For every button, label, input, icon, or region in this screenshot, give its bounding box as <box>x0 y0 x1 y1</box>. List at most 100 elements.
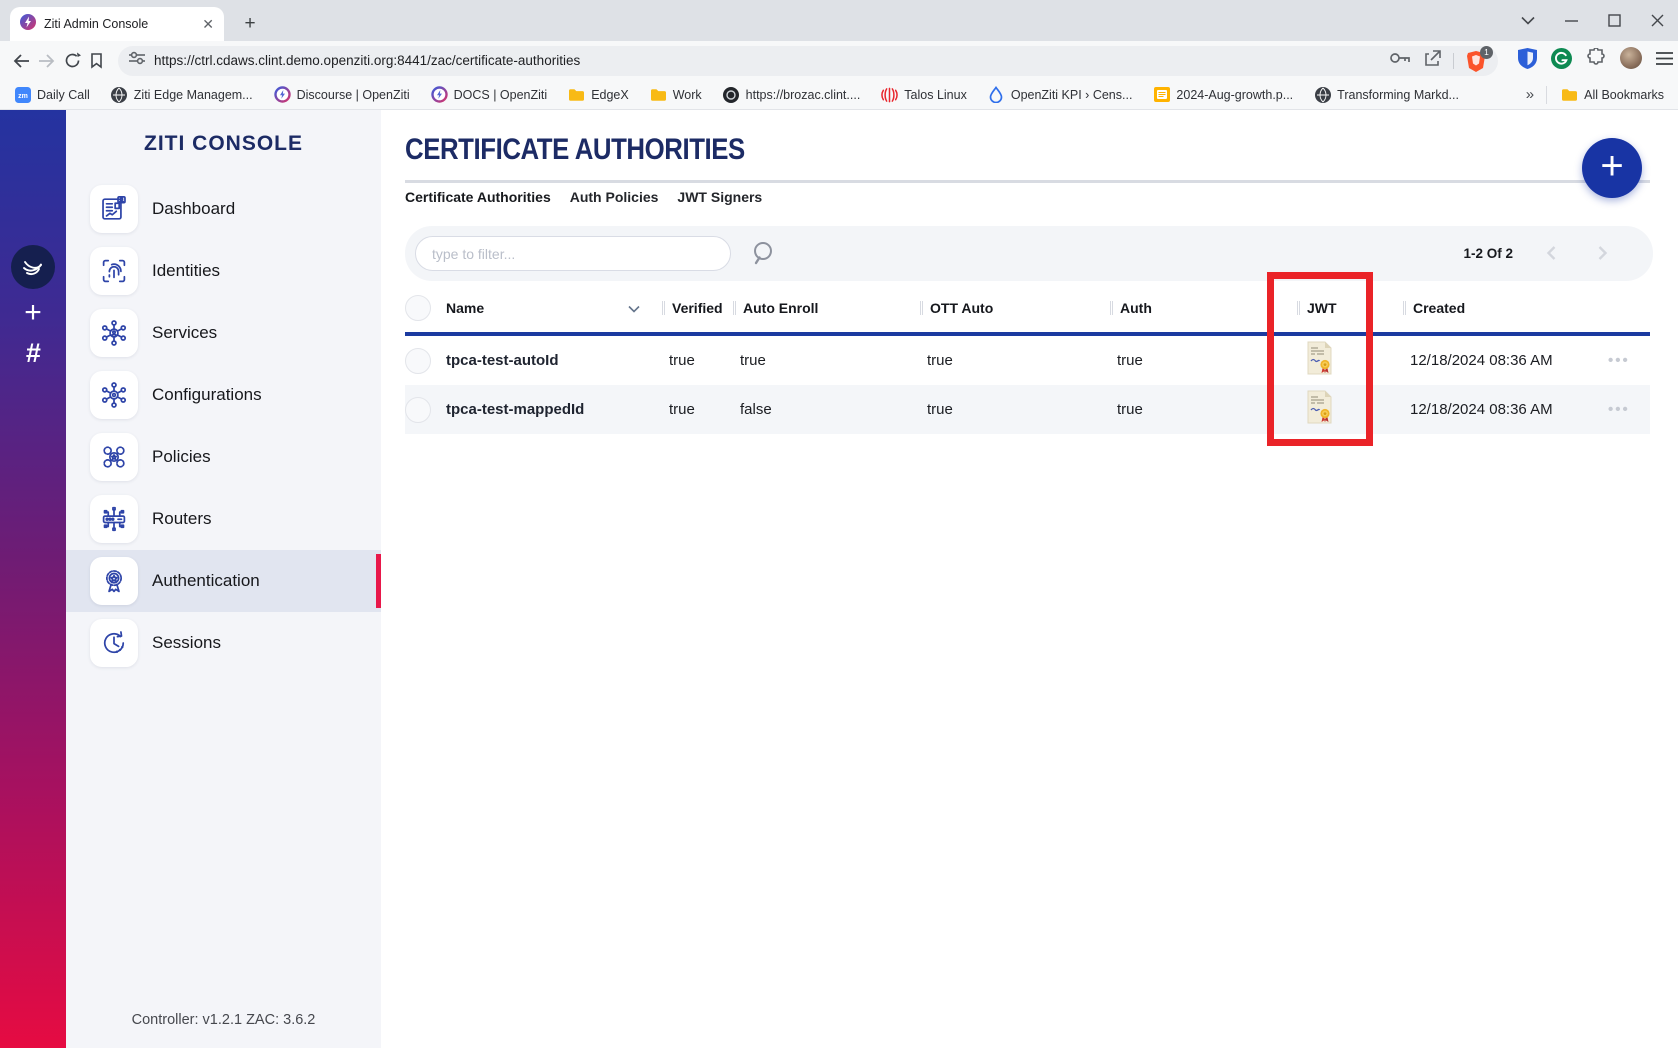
cell-auto-enroll: false <box>733 401 920 418</box>
column-label: OTT Auto <box>930 300 993 316</box>
cell-verified: true <box>662 352 733 369</box>
row-checkbox[interactable] <box>405 348 431 374</box>
back-icon[interactable] <box>12 48 30 74</box>
pagination-next-icon[interactable] <box>1593 244 1611 267</box>
filter-bar: 1-2 Of 2 <box>405 226 1653 281</box>
sort-chevron-icon[interactable] <box>628 300 640 316</box>
identities-icon <box>90 247 138 295</box>
bookmarks-list: zmDaily Call Ziti Edge Managem... Discours… <box>14 86 1459 103</box>
password-key-icon[interactable] <box>1389 51 1411 70</box>
bookmark-openziti-kpi-cens[interactable]: OpenZiti KPI › Cens... <box>988 86 1133 103</box>
sidebar-item-services[interactable]: Services <box>66 302 381 364</box>
dashboard-icon <box>90 185 138 233</box>
maximize-icon[interactable] <box>1608 14 1621 27</box>
column-header-name[interactable]: Name <box>446 300 662 316</box>
cell-auth: true <box>1110 352 1297 369</box>
sidebar-item-label: Services <box>152 323 217 343</box>
folder-icon <box>650 86 667 103</box>
url-bar[interactable]: https://ctrl.cdaws.clint.demo.openziti.o… <box>118 46 1498 76</box>
tab-certificate-authorities[interactable]: Certificate Authorities <box>405 186 551 205</box>
row-menu-icon[interactable]: ••• <box>1583 352 1650 369</box>
select-all-checkbox[interactable] <box>405 295 431 321</box>
share-icon[interactable] <box>1423 50 1441 72</box>
bookmark-work[interactable]: Work <box>650 86 702 103</box>
bookmark-label: Daily Call <box>37 88 90 102</box>
certificate-icon[interactable] <box>1297 340 1403 381</box>
column-header-created[interactable]: Created <box>1403 300 1583 316</box>
add-certificate-authority-button[interactable]: + <box>1582 138 1642 198</box>
table-row-tpca-test-autoid[interactable]: tpca-test-autoIdtruetruetruetrue12/18/20… <box>405 336 1650 385</box>
extensions-puzzle-icon[interactable] <box>1586 48 1606 73</box>
sidebar-item-sessions[interactable]: Sessions <box>66 612 381 674</box>
filter-input[interactable] <box>432 246 714 262</box>
column-label: Auth <box>1120 300 1152 316</box>
cell-ott-auto: true <box>920 401 1110 418</box>
tab-jwt-signers[interactable]: JWT Signers <box>677 186 762 205</box>
forward-icon[interactable] <box>38 48 56 74</box>
configurations-icon <box>90 371 138 419</box>
routers-icon <box>90 495 138 543</box>
sidebar-item-authentication[interactable]: Authentication <box>66 550 381 612</box>
rail-add-icon[interactable]: + <box>0 296 66 330</box>
tab-search-icon[interactable] <box>1521 16 1535 25</box>
app-sidebar: ZITI CONSOLE DashboardIdentitiesServices… <box>66 110 381 1048</box>
sidebar-item-dashboard[interactable]: Dashboard <box>66 178 381 240</box>
grammarly-extension-icon[interactable] <box>1551 48 1572 74</box>
bookmark-docs-openziti[interactable]: DOCS | OpenZiti <box>431 86 548 103</box>
column-header-auth[interactable]: Auth <box>1110 300 1297 316</box>
browser-toolbar: https://ctrl.cdaws.clint.demo.openziti.o… <box>0 41 1678 80</box>
reload-icon[interactable] <box>64 48 81 74</box>
browser-tab[interactable]: Ziti Admin Console ✕ <box>10 7 224 41</box>
column-header-verified[interactable]: Verified <box>662 300 733 316</box>
column-header-jwt[interactable]: JWT <box>1297 300 1403 316</box>
column-label: Name <box>446 300 484 316</box>
bitwarden-extension-icon[interactable] <box>1518 48 1537 74</box>
bookmark-2024-aug-growth-p[interactable]: 2024-Aug-growth.p... <box>1153 86 1293 103</box>
globe-dark-icon <box>111 86 128 103</box>
search-icon[interactable] <box>750 239 778 272</box>
cell-created: 12/18/2024 08:36 AM <box>1403 352 1583 369</box>
sidebar-item-policies[interactable]: Policies <box>66 426 381 488</box>
tab-close-icon[interactable]: ✕ <box>202 17 214 31</box>
site-settings-icon[interactable] <box>128 51 146 70</box>
bookmarks-overflow-icon[interactable]: » <box>1526 86 1532 103</box>
pagination-prev-icon[interactable] <box>1543 244 1561 267</box>
sidebar-item-label: Configurations <box>152 385 262 405</box>
rail-hash-icon[interactable]: # <box>0 338 66 369</box>
bookmark-discourse-openziti[interactable]: Discourse | OpenZiti <box>274 86 410 103</box>
all-bookmarks[interactable]: All Bookmarks <box>1561 86 1664 103</box>
bookmark-label: https://brozac.clint.... <box>746 88 861 102</box>
brave-shield-icon[interactable]: 1 <box>1466 50 1488 72</box>
bookmark-talos-linux[interactable]: Talos Linux <box>881 86 967 103</box>
policies-icon <box>90 433 138 481</box>
filter-field[interactable] <box>415 236 731 271</box>
bookmark-ziti-edge-managem[interactable]: Ziti Edge Managem... <box>111 86 253 103</box>
close-icon[interactable] <box>1651 14 1664 27</box>
column-label: Verified <box>672 300 723 316</box>
bookmark-https-brozac-clint[interactable]: https://brozac.clint.... <box>723 86 861 103</box>
minimize-icon[interactable] <box>1565 14 1578 27</box>
bookmark-icon[interactable] <box>89 48 104 74</box>
certificate-icon[interactable] <box>1297 389 1403 430</box>
column-header-auto-enroll[interactable]: Auto Enroll <box>733 300 920 316</box>
column-header-ott-auto[interactable]: OTT Auto <box>920 300 1110 316</box>
bookmark-edgex[interactable]: EdgeX <box>568 86 629 103</box>
row-checkbox[interactable] <box>405 397 431 423</box>
bookmark-daily-call[interactable]: zmDaily Call <box>14 86 90 103</box>
row-menu-icon[interactable]: ••• <box>1583 401 1650 418</box>
sidebar-item-routers[interactable]: Routers <box>66 488 381 550</box>
profile-avatar[interactable] <box>1620 47 1642 74</box>
table-row-tpca-test-mappedid[interactable]: tpca-test-mappedIdtruefalsetruetrue12/18… <box>405 385 1650 434</box>
table-header-row: Name Verified Auto Enroll OTT Auto Auth JWTCr… <box>405 284 1650 332</box>
browser-menu-icon[interactable] <box>1656 52 1673 70</box>
page-title: CERTIFICATE AUTHORITIES <box>405 133 745 167</box>
ziti-logo-icon[interactable] <box>11 245 55 289</box>
sidebar-item-identities[interactable]: Identities <box>66 240 381 302</box>
sidebar-item-configurations[interactable]: Configurations <box>66 364 381 426</box>
new-tab-button[interactable]: + <box>237 11 263 37</box>
talos-icon <box>881 86 898 103</box>
tab-auth-policies[interactable]: Auth Policies <box>570 186 659 205</box>
bookmark-transforming-markd[interactable]: Transforming Markd... <box>1314 86 1459 103</box>
services-icon <box>90 309 138 357</box>
url-text[interactable]: https://ctrl.cdaws.clint.demo.openziti.o… <box>154 53 1381 68</box>
